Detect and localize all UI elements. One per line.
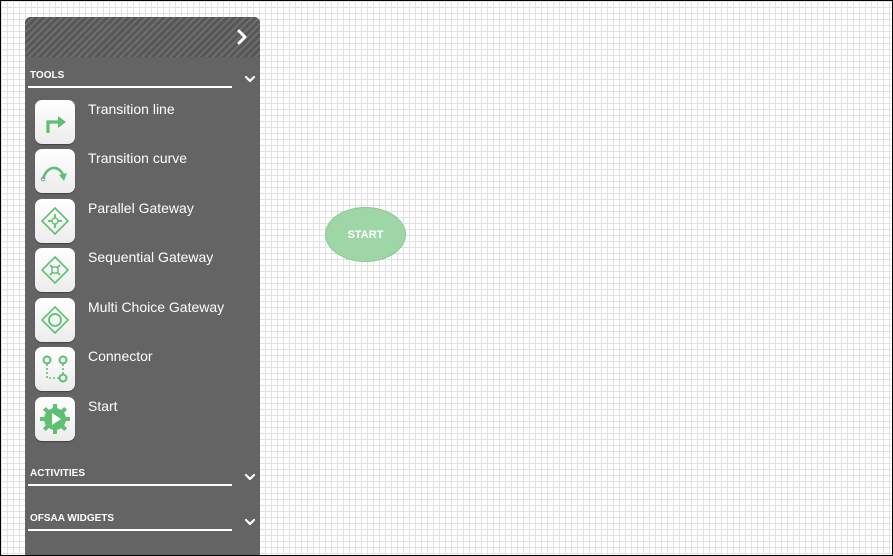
chevron-down-icon	[244, 75, 256, 83]
section-ofsaa-widgets[interactable]: OFSAA WIDGETS	[28, 509, 256, 533]
tool-transition-curve[interactable]: Transition curve	[35, 149, 250, 195]
tool-sequential-gateway[interactable]: Sequential Gateway	[35, 248, 250, 294]
collapse-panel-button[interactable]	[234, 28, 250, 46]
transition-curve-icon	[35, 149, 75, 193]
tool-label: Transition line	[88, 101, 175, 117]
tool-parallel-gateway[interactable]: Parallel Gateway	[35, 199, 250, 245]
section-divider	[28, 86, 232, 88]
section-divider	[28, 484, 232, 486]
section-activities-title: ACTIVITIES	[30, 468, 86, 479]
tool-start[interactable]: Start	[35, 397, 250, 443]
panel-header	[25, 17, 260, 57]
connector-icon	[35, 347, 75, 391]
chevron-right-icon	[237, 29, 247, 45]
tool-transition-line[interactable]: Transition line	[35, 100, 250, 146]
section-ofsaa-widgets-title: OFSAA WIDGETS	[30, 513, 115, 524]
tools-panel: TOOLS Transition line Transition curve P…	[25, 17, 260, 555]
section-divider	[28, 529, 232, 531]
section-tools-title: TOOLS	[30, 70, 65, 81]
tool-label: Connector	[88, 348, 153, 364]
tool-label: Sequential Gateway	[88, 249, 214, 265]
parallel-gateway-icon	[35, 199, 75, 243]
section-tools[interactable]: TOOLS	[28, 66, 256, 90]
multi-choice-gateway-icon	[35, 298, 75, 342]
tool-label: Parallel Gateway	[88, 200, 194, 216]
chevron-down-icon	[244, 518, 256, 526]
tool-label: Multi Choice Gateway	[88, 299, 225, 315]
transition-line-icon	[35, 100, 75, 144]
section-activities[interactable]: ACTIVITIES	[28, 464, 256, 488]
sequential-gateway-icon	[35, 248, 75, 292]
chevron-down-icon	[244, 473, 256, 481]
start-icon	[35, 397, 75, 441]
tool-label: Start	[88, 398, 118, 414]
tool-multi-choice-gateway[interactable]: Multi Choice Gateway	[35, 298, 250, 344]
tool-label: Transition curve	[88, 150, 188, 166]
workflow-designer: TOOLS Transition line Transition curve P…	[0, 0, 893, 556]
start-node[interactable]: START	[325, 207, 406, 262]
tool-connector[interactable]: Connector	[35, 347, 250, 393]
